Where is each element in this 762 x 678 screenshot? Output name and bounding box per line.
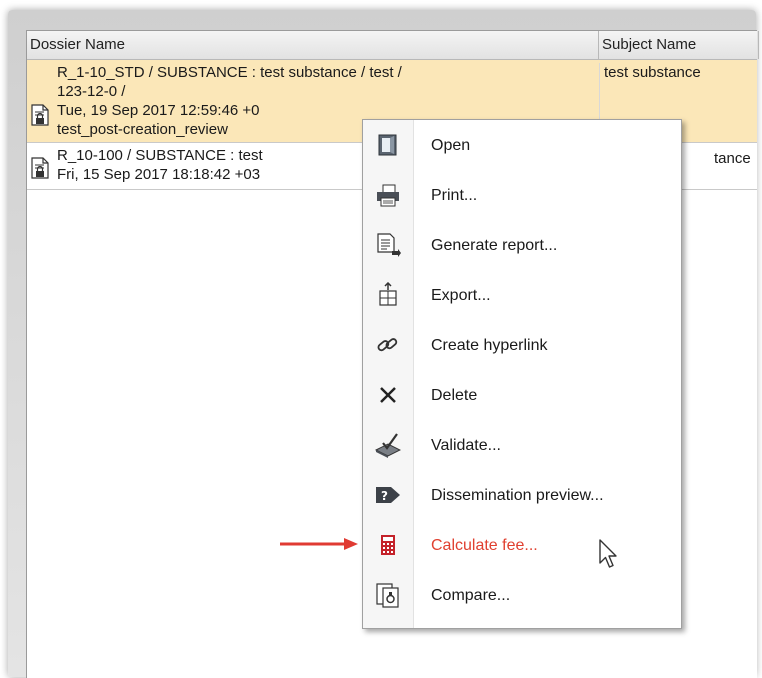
menu-item-create-hyperlink[interactable]: Create hyperlink xyxy=(363,322,681,370)
locked-dossier-icon xyxy=(31,157,49,179)
menu-item-label: Dissemination preview... xyxy=(431,487,604,504)
dossier-name-line: R_1-10_STD / SUBSTANCE : test substance … xyxy=(57,64,402,81)
menu-item-compare[interactable]: Compare... xyxy=(363,572,681,620)
report-icon xyxy=(377,233,401,257)
locked-dossier-icon xyxy=(31,104,49,126)
menu-item-label: Print... xyxy=(431,187,478,204)
menu-item-label: Create hyperlink xyxy=(431,337,548,354)
menu-item-label: Compare... xyxy=(431,587,511,604)
compare-icon xyxy=(376,583,399,608)
svg-text:?: ? xyxy=(381,489,388,503)
menu-item-label: Calculate fee... xyxy=(431,537,538,554)
validate-icon xyxy=(375,433,401,458)
printer-icon xyxy=(377,184,399,207)
menu-item-open[interactable]: Open xyxy=(363,122,681,170)
menu-item-print[interactable]: Print... xyxy=(363,172,681,220)
calculator-icon xyxy=(381,535,395,555)
table-header: Dossier Name Subject Name xyxy=(27,31,759,60)
menu-item-label: Export... xyxy=(431,287,491,304)
dossier-name-line: 123-12-0 / xyxy=(57,83,126,100)
open-icon xyxy=(378,134,397,156)
dissemination-icon: ? xyxy=(376,487,400,503)
export-icon xyxy=(379,282,397,306)
menu-item-validate[interactable]: Validate... xyxy=(363,422,681,470)
menu-item-calculate-fee[interactable]: Calculate fee... xyxy=(363,522,681,570)
column-header-subject-name[interactable]: Subject Name xyxy=(599,31,759,59)
column-header-dossier-name[interactable]: Dossier Name xyxy=(27,31,599,59)
context-menu: Open Print... Generate report... Export.… xyxy=(362,119,682,629)
menu-item-delete[interactable]: Delete xyxy=(363,372,681,420)
delete-icon xyxy=(380,387,396,403)
menu-item-label: Validate... xyxy=(431,437,501,454)
dossier-date-line: Tue, 19 Sep 2017 12:59:46 +0 xyxy=(57,102,260,119)
menu-item-generate-report[interactable]: Generate report... xyxy=(363,222,681,270)
menu-item-dissemination-preview[interactable]: ? Dissemination preview... xyxy=(363,472,681,520)
menu-item-label: Generate report... xyxy=(431,237,558,254)
menu-item-label: Open xyxy=(431,137,471,154)
subject-name: test substance xyxy=(604,64,701,81)
hyperlink-icon xyxy=(377,338,398,352)
menu-item-export[interactable]: Export... xyxy=(363,272,681,320)
mouse-cursor-icon xyxy=(599,539,617,568)
red-arrow-icon xyxy=(280,538,358,550)
menu-item-label: Delete xyxy=(431,387,478,404)
subject-name: tance xyxy=(714,150,751,167)
